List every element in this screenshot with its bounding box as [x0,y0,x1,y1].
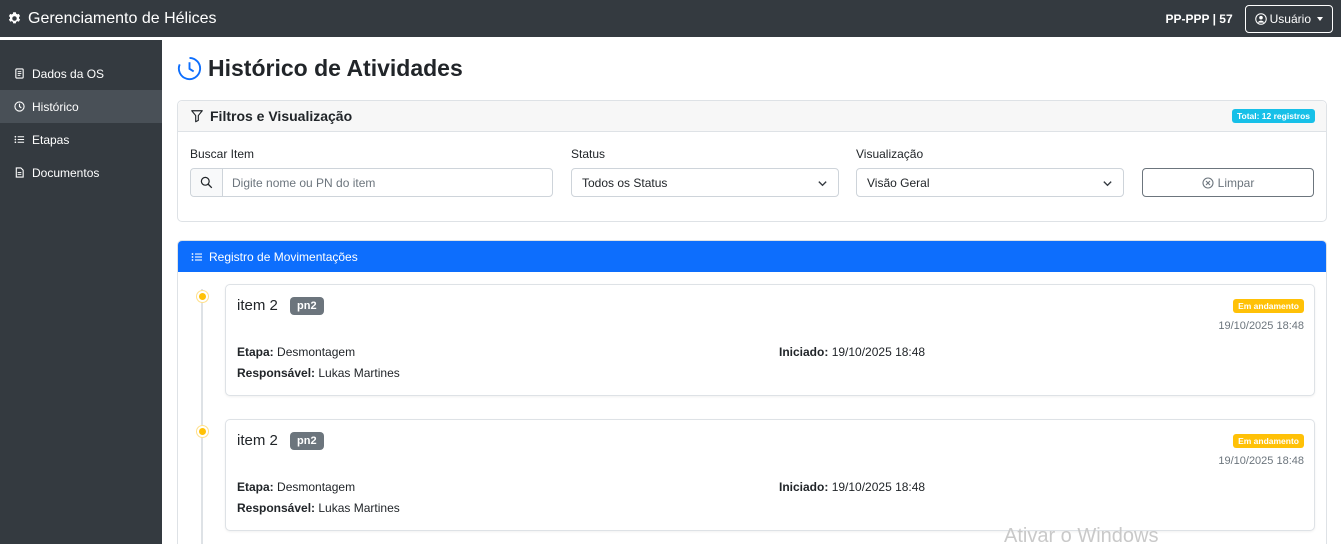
entry-iniciado: Iniciado: 19/10/2025 18:48 [779,480,926,494]
page-title-text: Histórico de Atividades [208,55,463,81]
registro-card: Registro de Movimentações item 2 pn2 Em … [177,240,1327,544]
timeline-entry[interactable]: item 2 pn2 Em andamento 19/10/2025 18:48… [225,419,1315,531]
sidebar-item-documentos[interactable]: Documentos [0,156,162,189]
view-label: Visualização [856,147,924,161]
clear-filters-button[interactable]: Limpar [1142,168,1314,197]
page-title: Histórico de Atividades [177,55,463,82]
search-group [190,168,553,197]
pn-badge: pn2 [290,297,324,315]
total-badge: Total: 12 registros [1231,109,1315,123]
sidebar-item-label: Documentos [32,165,100,180]
entry-item-name: item 2 [237,432,278,449]
view-select-value: Visão Geral [867,175,930,190]
nav-right: PP-PPP | 57 Usuário [1165,4,1333,33]
timeline-dot [197,291,208,302]
chevron-down-icon [1103,181,1112,187]
filters-header: Filtros e Visualização Total: 12 registr… [178,101,1326,132]
file-text-icon [15,167,24,178]
registro-title: Registro de Movimentações [209,249,358,264]
user-circle-icon [1254,12,1267,25]
chevron-down-icon [1317,16,1323,21]
entry-date: 19/10/2025 18:48 [1218,455,1304,467]
timeline-dot [197,426,208,437]
status-select-value: Todos os Status [582,175,668,190]
clock-icon [14,101,25,112]
entry-etapa: Etapa: Desmontagem [237,480,356,494]
entry-date: 19/10/2025 18:48 [1218,320,1304,332]
windows-activation-watermark: Ativar o Windows [1004,525,1159,544]
sidebar-item-label: Etapas [32,132,70,147]
list-icon [14,135,25,144]
status-badge: Em andamento [1233,434,1304,448]
sidebar-item-label: Histórico [32,99,79,114]
search-input[interactable] [223,169,552,196]
user-label: Usuário [1269,11,1311,26]
x-circle-icon [1202,176,1214,189]
clear-button-label: Limpar [1217,175,1255,190]
sidebar-item-etapas[interactable]: Etapas [0,123,162,156]
funnel-icon [191,110,203,123]
brand-title: Gerenciamento de Hélices [28,9,217,27]
clock-history-icon [177,56,201,81]
sidebar-item-label: Dados da OS [32,66,105,81]
entry-etapa: Etapa: Desmontagem [237,345,356,359]
entry-responsavel: Responsável: Lukas Martines [237,366,400,380]
filters-title: Filtros e Visualização [210,108,353,124]
pn-badge: pn2 [290,432,324,450]
brand[interactable]: Gerenciamento de Hélices [7,10,217,28]
timeline-line [201,289,203,544]
sidebar-item-dados-os[interactable]: Dados da OS [0,57,162,90]
user-dropdown-button[interactable]: Usuário [1244,4,1333,33]
registro-header: Registro de Movimentações [178,241,1326,272]
document-icon [15,68,24,79]
entry-item-name: item 2 [237,297,278,314]
top-navbar: Gerenciamento de Hélices PP-PPP | 57 Usu… [0,0,1341,37]
filters-card: Filtros e Visualização Total: 12 registr… [177,100,1327,222]
status-label: Status [571,147,606,161]
gear-icon [8,12,21,24]
list-icon [191,252,202,261]
sidebar: Dados da OS Histórico Etapas Documentos [0,40,162,544]
status-badge: Em andamento [1233,299,1304,313]
main-content: Histórico de Atividades Filtros e Visual… [162,40,1341,544]
view-select[interactable]: Visão Geral [856,168,1124,197]
sidebar-item-historico[interactable]: Histórico [0,90,162,123]
os-info: PP-PPP | 57 [1165,11,1233,26]
chevron-down-icon [818,181,827,187]
entry-iniciado: Iniciado: 19/10/2025 18:48 [779,345,926,359]
search-icon [191,169,223,196]
entry-responsavel: Responsável: Lukas Martines [237,501,400,515]
timeline-entry[interactable]: item 2 pn2 Em andamento 19/10/2025 18:48… [225,284,1315,396]
status-select[interactable]: Todos os Status [571,168,839,197]
search-label: Buscar Item [190,147,255,161]
